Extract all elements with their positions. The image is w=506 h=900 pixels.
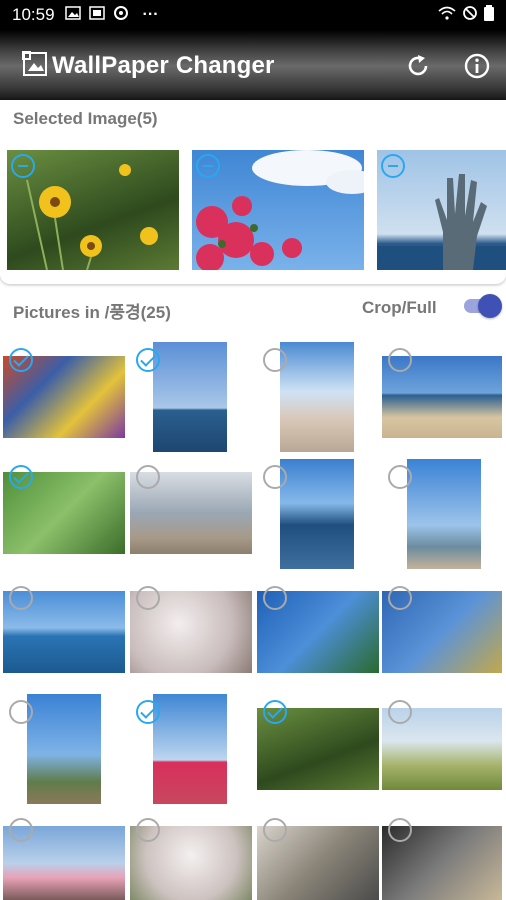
unchecked-circle-icon[interactable] — [263, 348, 287, 372]
picture-cell[interactable] — [130, 459, 254, 575]
camping-photo — [27, 694, 101, 804]
unchecked-circle-icon[interactable] — [263, 465, 287, 489]
gallery-icon — [64, 5, 81, 25]
checked-circle-icon[interactable] — [9, 348, 33, 372]
picture-cell[interactable] — [257, 459, 381, 575]
refresh-icon[interactable] — [404, 52, 432, 80]
unchecked-circle-icon[interactable] — [136, 586, 160, 610]
battery-icon — [484, 4, 494, 26]
unchecked-circle-icon[interactable] — [388, 700, 412, 724]
picture-cell[interactable] — [257, 580, 381, 696]
picture-cell[interactable] — [382, 812, 506, 900]
checked-circle-icon[interactable] — [136, 348, 160, 372]
sync-icon — [113, 5, 129, 26]
unchecked-circle-icon[interactable] — [388, 818, 412, 842]
app-title: WallPaper Changer — [52, 52, 275, 79]
screenshot-icon — [88, 5, 105, 25]
pictures-folder-title: Pictures in /풍경(25) — [13, 303, 171, 322]
picture-cell[interactable] — [257, 812, 381, 900]
statue-photo — [153, 342, 227, 452]
remove-icon[interactable] — [196, 154, 220, 178]
picture-cell[interactable] — [3, 580, 127, 696]
crop-full-label: Crop/Full — [362, 298, 437, 317]
selected-thumb-2[interactable] — [192, 150, 364, 270]
picture-cell[interactable] — [130, 342, 254, 458]
app-logo-icon — [21, 49, 48, 82]
selected-images-card: Selected Image(5) — [0, 100, 506, 284]
checked-circle-icon[interactable] — [9, 465, 33, 489]
picture-cell[interactable] — [382, 694, 506, 810]
unchecked-circle-icon[interactable] — [388, 348, 412, 372]
crop-full-toggle[interactable] — [464, 294, 502, 318]
selected-thumb-3[interactable] — [377, 150, 506, 270]
unchecked-circle-icon[interactable] — [136, 465, 160, 489]
selected-thumb-1[interactable] — [7, 150, 179, 270]
toggle-knob — [478, 294, 502, 318]
picture-cell[interactable] — [257, 342, 381, 458]
picture-cell[interactable] — [257, 694, 381, 810]
person-sea-photo — [407, 459, 481, 569]
unchecked-circle-icon[interactable] — [388, 465, 412, 489]
wifi-icon — [438, 6, 456, 25]
unchecked-circle-icon[interactable] — [263, 818, 287, 842]
do-not-disturb-icon — [462, 5, 478, 26]
unchecked-circle-icon[interactable] — [136, 818, 160, 842]
selected-images-title: Selected Image(5) — [13, 109, 158, 128]
picture-cell[interactable] — [3, 812, 127, 900]
more-dots: ··· — [142, 6, 159, 23]
status-bar: 10:59 ··· — [0, 0, 506, 30]
picture-cell[interactable] — [130, 812, 254, 900]
remove-icon[interactable] — [11, 154, 35, 178]
unchecked-circle-icon[interactable] — [263, 586, 287, 610]
checked-circle-icon[interactable] — [263, 700, 287, 724]
picture-cell[interactable] — [382, 342, 506, 458]
picture-cell[interactable] — [3, 459, 127, 575]
unchecked-circle-icon[interactable] — [388, 586, 412, 610]
unchecked-circle-icon[interactable] — [9, 818, 33, 842]
pool-photo — [280, 459, 354, 569]
picture-cell[interactable] — [130, 694, 254, 810]
unchecked-circle-icon[interactable] — [9, 586, 33, 610]
picture-cell[interactable] — [382, 580, 506, 696]
picture-cell[interactable] — [382, 459, 506, 575]
flowers-sky-photo — [153, 694, 227, 804]
pier-photo — [280, 342, 354, 452]
picture-cell[interactable] — [130, 580, 254, 696]
picture-cell[interactable] — [3, 694, 127, 810]
picture-cell[interactable] — [3, 342, 127, 458]
app-bar: WallPaper Changer — [0, 30, 506, 102]
checked-circle-icon[interactable] — [136, 700, 160, 724]
status-time: 10:59 — [12, 5, 55, 24]
remove-icon[interactable] — [381, 154, 405, 178]
info-icon[interactable] — [463, 52, 491, 80]
unchecked-circle-icon[interactable] — [9, 700, 33, 724]
